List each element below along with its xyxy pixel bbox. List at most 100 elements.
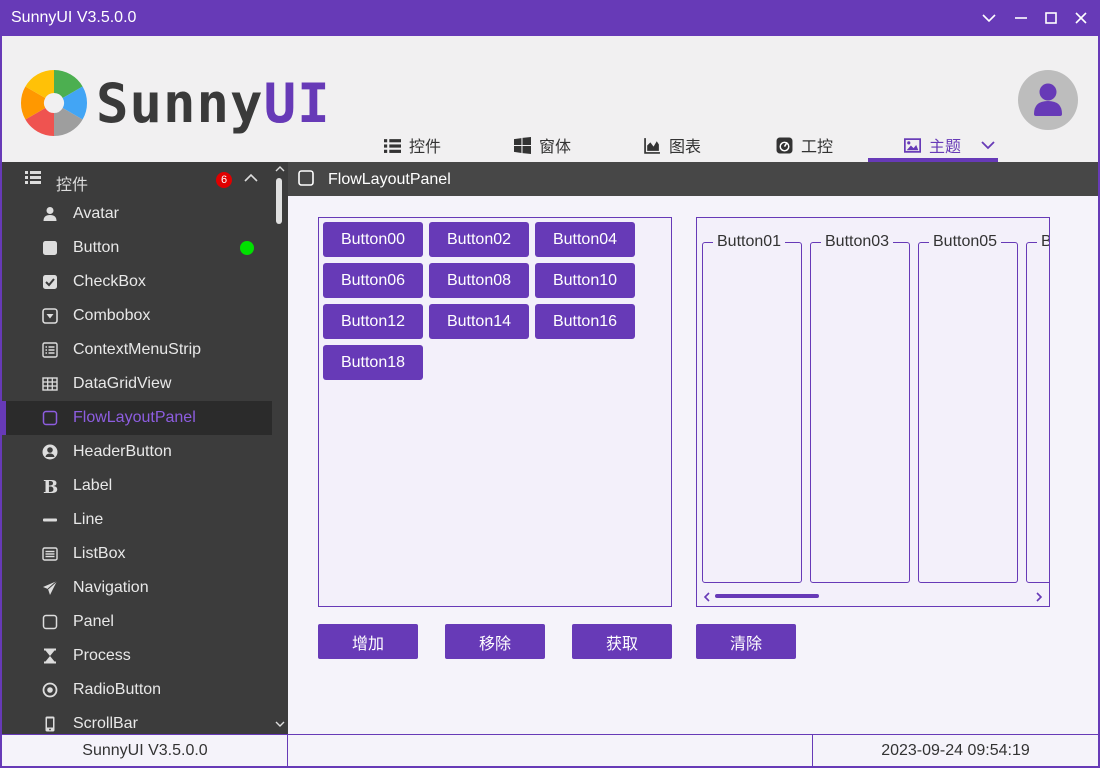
sidebar-item-label: Avatar [73, 205, 119, 222]
paper-plane-icon [43, 580, 58, 595]
app-window: SunnyUI V3.5.0.0 SunnyUI 控件 窗体 图表 工控 主题 … [0, 0, 1100, 768]
nav-item-label: 控件 [409, 139, 442, 156]
status-bar: SunnyUI V3.5.0.0 2023-09-24 09:54:19 [2, 734, 1098, 766]
area-chart-icon [644, 137, 660, 154]
status-dot [240, 241, 254, 255]
group-box-title: B [1037, 233, 1049, 251]
square-icon [43, 241, 57, 255]
sidebar-item-scrollbar[interactable]: ScrollBar [2, 707, 272, 734]
list-box-icon [42, 547, 58, 561]
sidebar-scrollbar[interactable] [272, 162, 288, 734]
group-box: B [1026, 233, 1049, 583]
sidebar-item-avatar[interactable]: Avatar [2, 197, 272, 231]
nav-item-charts[interactable]: 图表 [644, 128, 701, 162]
chevron-down-icon[interactable] [981, 140, 995, 150]
close-icon[interactable] [1069, 6, 1093, 30]
flow-button[interactable]: Button00 [323, 222, 423, 257]
content-area: FlowLayoutPanel Button00 Button02 Button04… [288, 162, 1098, 734]
notification-badge: 6 [216, 172, 232, 188]
sidebar-item-label: RadioButton [73, 681, 162, 698]
flow-button[interactable]: Button12 [323, 304, 423, 339]
sidebar-item-panel[interactable]: Panel [2, 605, 272, 639]
sidebar-item-label: ListBox [73, 545, 126, 562]
scroll-up-icon[interactable] [275, 165, 285, 173]
sidebar-item-label: ScrollBar [73, 715, 138, 732]
flow-panel-left: Button00 Button02 Button04 Button06 Button08… [318, 217, 672, 607]
user-circle-icon [42, 444, 58, 460]
scroll-left-icon[interactable] [703, 592, 711, 602]
horizontal-scroll-thumb[interactable] [715, 594, 819, 598]
group-box: Button03 [810, 233, 910, 583]
sidebar: 控件 6 Avatar Button CheckBox Combobox Context… [2, 162, 288, 734]
status-datetime: 2023-09-24 09:54:19 [881, 741, 1030, 759]
sidebar-item-label: DataGridView [73, 375, 172, 392]
caret-square-down-icon [42, 308, 58, 324]
flow-button[interactable]: Button04 [535, 222, 635, 257]
app-header: SunnyUI 控件 窗体 图表 工控 主题 [2, 36, 1098, 162]
sidebar-group-label: 控件 [56, 177, 89, 194]
sidebar-item-contextmenustrip[interactable]: ContextMenuStrip [2, 333, 272, 367]
status-version: SunnyUI V3.5.0.0 [82, 741, 208, 759]
group-box: Button05 [918, 233, 1018, 583]
sidebar-item-navigation[interactable]: Navigation [2, 571, 272, 605]
flow-button[interactable]: Button18 [323, 345, 423, 380]
sidebar-item-label: FlowLayoutPanel [73, 409, 196, 426]
chevron-down-icon[interactable] [977, 6, 1001, 30]
get-button[interactable]: 获取 [572, 624, 672, 659]
sidebar-item-label: Combobox [73, 307, 151, 324]
maximize-icon[interactable] [1039, 6, 1063, 30]
sidebar-item-headerbutton[interactable]: HeaderButton [2, 435, 272, 469]
scroll-right-icon[interactable] [1035, 592, 1043, 602]
nav-item-controls[interactable]: 控件 [384, 128, 441, 162]
image-icon [904, 137, 921, 153]
sidebar-item-flowlayoutpanel[interactable]: FlowLayoutPanel [2, 401, 272, 435]
group-box-title: Button01 [713, 233, 786, 251]
sidebar-item-process[interactable]: Process [2, 639, 272, 673]
sidebar-item-listbox[interactable]: ListBox [2, 537, 272, 571]
flow-button[interactable]: Button02 [429, 222, 529, 257]
chevron-up-icon[interactable] [244, 173, 258, 183]
scroll-down-icon[interactable] [275, 720, 285, 728]
square-outline-icon [42, 410, 58, 426]
sidebar-item-label: Process [73, 647, 131, 664]
sidebar-scroll-thumb[interactable] [276, 178, 282, 224]
tachometer-icon [776, 137, 793, 153]
flow-button[interactable]: Button08 [429, 263, 529, 298]
sidebar-item-button[interactable]: Button [2, 231, 272, 265]
sidebar-item-label[interactable]: B Label [2, 469, 272, 503]
horizontal-scrollbar[interactable] [697, 588, 1049, 606]
nav-item-industrial[interactable]: 工控 [776, 128, 833, 162]
sidebar-item-datagridview[interactable]: DataGridView [2, 367, 272, 401]
sidebar-item-line[interactable]: Line [2, 503, 272, 537]
list-alt-icon [42, 342, 58, 358]
nav-item-label: 窗体 [539, 139, 572, 156]
flow-button[interactable]: Button16 [535, 304, 635, 339]
sidebar-item-combobox[interactable]: Combobox [2, 299, 272, 333]
remove-button[interactable]: 移除 [445, 624, 545, 659]
minus-icon [43, 518, 57, 522]
sidebar-item-radiobutton[interactable]: RadioButton [2, 673, 272, 707]
sidebar-item-label: HeaderButton [73, 443, 172, 460]
group-box-title: Button03 [821, 233, 894, 251]
bold-icon: B [43, 478, 58, 494]
sidebar-item-checkbox[interactable]: CheckBox [2, 265, 272, 299]
page-title-bar: FlowLayoutPanel [288, 162, 1098, 196]
minimize-icon[interactable] [1009, 6, 1033, 30]
add-button[interactable]: 增加 [318, 624, 418, 659]
flow-button[interactable]: Button10 [535, 263, 635, 298]
avatar[interactable] [1018, 70, 1078, 130]
flow-button[interactable]: Button14 [429, 304, 529, 339]
hourglass-icon [44, 648, 56, 664]
page-title: FlowLayoutPanel [328, 171, 451, 188]
clear-button[interactable]: 清除 [696, 624, 796, 659]
mobile-icon [45, 716, 55, 732]
status-message [288, 735, 812, 766]
sidebar-item-label: Line [73, 511, 104, 528]
nav-item-forms[interactable]: 窗体 [514, 128, 571, 162]
group-box: Button01 [702, 233, 802, 583]
title-bar[interactable]: SunnyUI V3.5.0.0 [0, 0, 1100, 36]
sidebar-item-label: ContextMenuStrip [73, 341, 202, 358]
flow-button[interactable]: Button06 [323, 263, 423, 298]
nav-item-theme[interactable]: 主题 [904, 128, 995, 162]
sidebar-group-header[interactable]: 控件 6 [2, 162, 272, 196]
